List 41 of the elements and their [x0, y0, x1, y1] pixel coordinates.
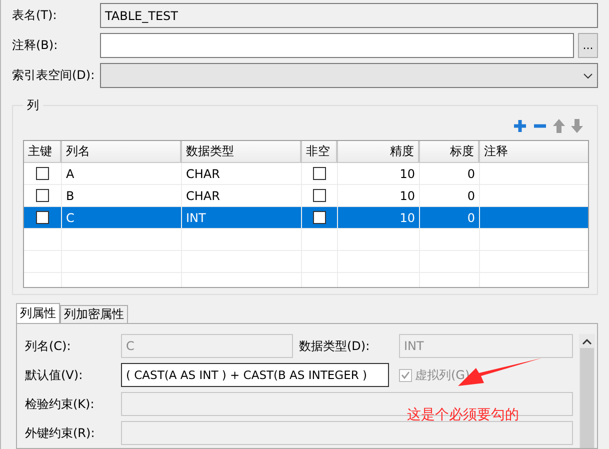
checkbox[interactable] [313, 189, 326, 202]
checkbox[interactable] [313, 211, 326, 224]
field-label: 外键约束(R): [25, 424, 96, 442]
field-label: 注释(B): [12, 37, 59, 54]
field-label: 数据类型(D): [299, 338, 371, 354]
chevron-down-icon [583, 72, 593, 78]
arrow-down-icon[interactable] [571, 119, 583, 133]
checkbox[interactable] [313, 167, 326, 180]
field-label: 索引表空间(D): [12, 67, 96, 84]
tablespace-dropdown[interactable] [100, 63, 598, 88]
arrow-up-icon[interactable] [553, 119, 565, 133]
field-label: 默认值(V): [25, 366, 84, 384]
default-value-field[interactable]: ( CAST(A AS INT ) + CAST(B AS INTEGER ) [121, 363, 389, 387]
comment-field[interactable] [100, 33, 574, 58]
field-label: 列名(C): [25, 338, 72, 354]
add-icon[interactable] [513, 119, 527, 133]
checkbox[interactable] [36, 189, 49, 202]
tab[interactable]: 列加密属性 [60, 305, 128, 323]
annotation-text: 这是个必须要勾的 [407, 406, 519, 424]
table-row[interactable]: C INT 10 0 [24, 207, 588, 229]
table-row[interactable]: A CHAR 10 0 [24, 163, 588, 185]
checkbox[interactable] [36, 167, 49, 180]
column-header[interactable]: 注释 [480, 141, 588, 163]
field-label: 表名(T): [12, 7, 58, 24]
column-header[interactable]: 标度 [420, 141, 480, 163]
table-row[interactable]: B CHAR 10 0 [24, 185, 588, 207]
foreign-key-field[interactable] [121, 421, 573, 445]
browse-button[interactable]: ... [578, 33, 598, 58]
column-header[interactable]: 主键 [24, 141, 62, 163]
remove-icon[interactable] [533, 123, 547, 129]
column-header[interactable]: 精度 [338, 141, 420, 163]
scrollbar[interactable] [579, 334, 595, 448]
group-title: 列 [23, 97, 43, 114]
tab[interactable]: 列属性 [16, 303, 60, 323]
table-name-field[interactable]: TABLE_TEST [100, 3, 598, 28]
chevron-up-icon[interactable] [582, 339, 592, 345]
checkbox[interactable] [36, 211, 49, 224]
field-label: 检验约束(K): [25, 396, 96, 412]
column-header[interactable]: 数据类型 [182, 141, 302, 163]
column-header[interactable]: 列名 [62, 141, 182, 163]
column-header[interactable]: 非空 [302, 141, 338, 163]
